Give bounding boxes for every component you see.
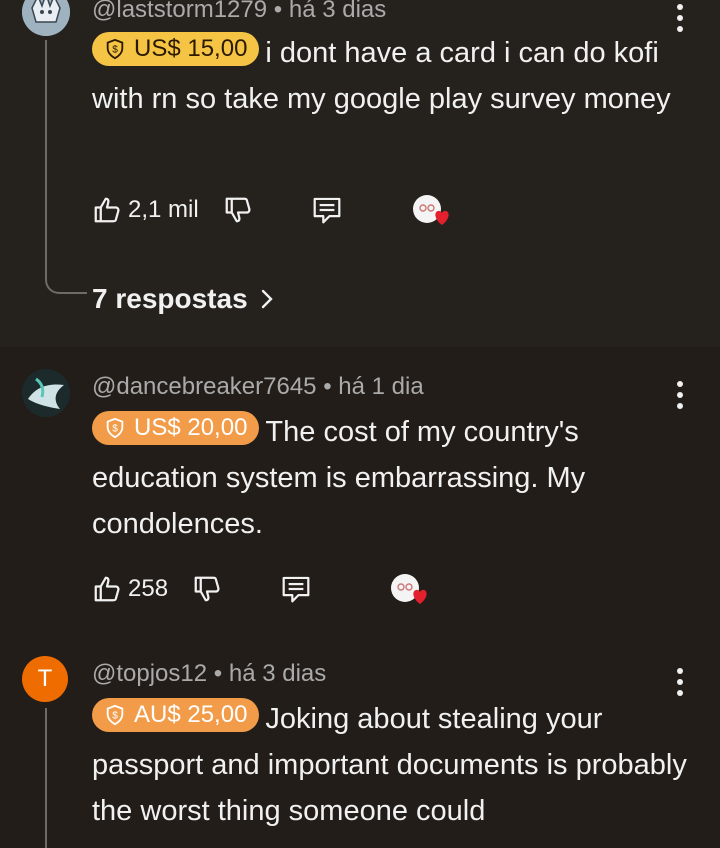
- author-handle[interactable]: @topjos12: [92, 660, 207, 687]
- reply-icon[interactable]: [280, 574, 312, 604]
- comment-meta: @topjos12 • há 3 dias: [92, 660, 326, 688]
- super-thanks-badge: $ US$ 15,00: [92, 32, 260, 66]
- author-handle[interactable]: @dancebreaker7645: [92, 373, 317, 400]
- user-avatar[interactable]: T: [22, 656, 68, 702]
- super-thanks-icon: $: [106, 417, 124, 439]
- comment-time: há 3 dias: [288, 0, 387, 23]
- meta-separator: •: [213, 660, 223, 687]
- view-replies-button[interactable]: 7 respostas: [92, 283, 274, 315]
- dislike-icon[interactable]: [192, 574, 222, 604]
- meta-separator: •: [323, 373, 332, 400]
- dislike-icon[interactable]: [223, 195, 253, 225]
- comment-body: $ US$ 20,00 The cost of my country's edu…: [92, 409, 692, 547]
- super-thanks-icon: $: [106, 704, 124, 726]
- comment-meta: @laststorm1279 • há 3 dias: [92, 0, 386, 24]
- svg-text:$: $: [112, 424, 118, 435]
- comment-time: há 1 dia: [338, 373, 424, 400]
- comment-actions: 258: [92, 569, 312, 609]
- tip-amount: US$ 15,00: [134, 35, 248, 62]
- svg-text:$: $: [112, 711, 118, 722]
- comment-time: há 3 dias: [228, 660, 327, 687]
- like-count: 258: [128, 575, 169, 602]
- like-icon[interactable]: [92, 195, 122, 225]
- creator-heart-icon: [390, 573, 427, 607]
- super-thanks-badge: $ US$ 20,00: [92, 411, 260, 445]
- svg-text:$: $: [112, 45, 118, 56]
- chevron-right-icon: [261, 289, 273, 309]
- avatar-letter: T: [37, 665, 53, 692]
- comment-body: $ AU$ 25,00 Joking about stealing your p…: [92, 696, 692, 834]
- comment-actions: 2,1 mil: [92, 190, 343, 230]
- creator-heart-icon: [412, 194, 449, 228]
- thread-line: [45, 708, 47, 848]
- replies-label: 7 respostas: [92, 283, 248, 314]
- comment-3: T @topjos12 • há 3 dias $ AU$ 25,00 Joki…: [0, 632, 720, 848]
- thread-line: [45, 40, 87, 294]
- user-avatar[interactable]: [22, 0, 70, 36]
- like-count: 2,1 mil: [128, 196, 199, 223]
- super-thanks-icon: $: [106, 38, 124, 60]
- reply-icon[interactable]: [311, 195, 343, 225]
- super-thanks-badge: $ AU$ 25,00: [92, 698, 260, 732]
- author-handle[interactable]: @laststorm1279: [92, 0, 267, 23]
- tip-amount: AU$ 25,00: [134, 701, 248, 728]
- comment-meta: @dancebreaker7645 • há 1 dia: [92, 373, 424, 401]
- like-icon[interactable]: [92, 574, 122, 604]
- comment-1: @laststorm1279 • há 3 dias $ US$ 15,00 i…: [0, 0, 720, 347]
- comment-2: @dancebreaker7645 • há 1 dia $ US$ 20,00…: [0, 347, 720, 632]
- meta-separator: •: [273, 0, 283, 23]
- comment-body: $ US$ 15,00 i dont have a card i can do …: [92, 30, 692, 122]
- tip-amount: US$ 20,00: [134, 414, 248, 441]
- user-avatar[interactable]: [22, 369, 70, 417]
